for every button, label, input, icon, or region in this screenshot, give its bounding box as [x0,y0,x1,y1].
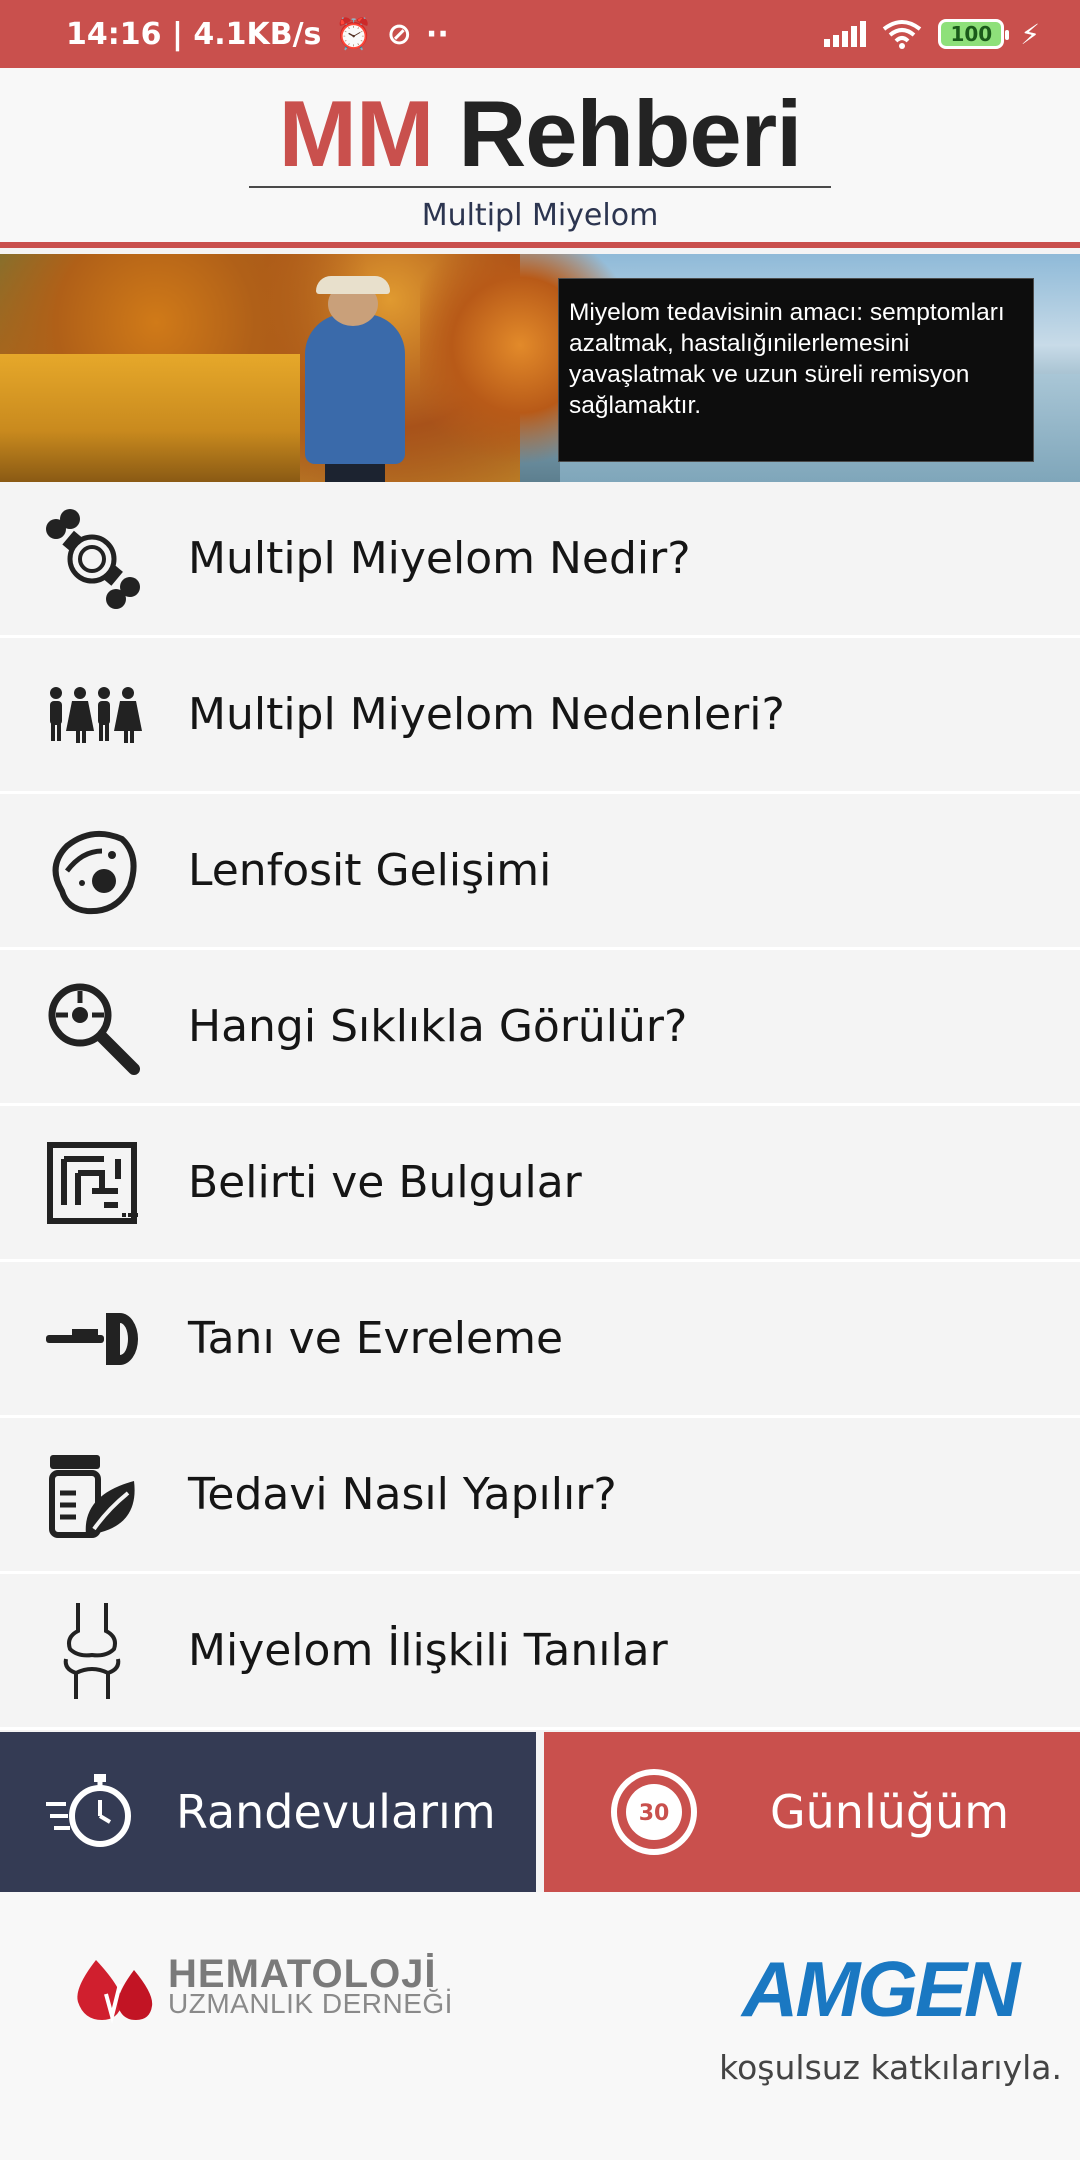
menu-item-treatment[interactable]: Tedavi Nasıl Yapılır? [0,1418,1080,1574]
status-left: 14:16 | 4.1KB/s ⏰ ⊘ ·· [66,17,449,52]
main-menu: Multipl Miyelom Nedir? Multipl Miyelom N… [0,482,1080,1730]
brand-mm: MM [278,81,435,186]
bone-icon [42,508,142,609]
maze-icon [42,1133,142,1233]
menu-item-label: Tedavi Nasıl Yapılır? [188,1469,617,1520]
app-logo: MM Rehberi [278,81,803,186]
magnifier-icon [42,977,142,1077]
hematoloji-line1: HEMATOLOJİ [168,1952,437,1996]
menu-item-causes[interactable]: Multipl Miyelom Nedenleri? [0,638,1080,794]
hematoloji-line2: UZMANLIK DERNEĞİ [168,1988,453,2019]
timer-30-icon: 30 [611,1769,697,1855]
menu-item-diagnosis[interactable]: Tanı ve Evreleme [0,1262,1080,1418]
hematoloji-logo: HEMATOLOJİ UZMANLIK DERNEĞİ [66,1954,453,2024]
menu-item-label: Belirti ve Bulgular [188,1157,582,1208]
menu-item-label: Hangi Sıklıkla Görülür? [188,1001,688,1052]
sponsor-note: koşulsuz katkılarıyla. [719,2048,1062,2087]
stopwatch-icon [46,1774,131,1847]
wifi-icon [883,20,922,49]
menu-item-frequency[interactable]: Hangi Sıklıkla Görülür? [0,950,1080,1106]
dots-icon: ·· [425,16,449,52]
menu-item-lymphocyte[interactable]: Lenfosit Gelişimi [0,794,1080,950]
appointments-label: Randevularım [176,1785,496,1839]
medicine-icon [42,1445,142,1545]
hero-banner: Miyelom tedavisinin amacı: semptomları a… [0,254,1080,482]
timer-number: 30 [639,1801,670,1826]
button-gap [536,1732,544,1892]
alarm-icon: ⏰ [335,16,373,52]
battery-level: 100 [950,22,993,46]
menu-item-label: Multipl Miyelom Nedenleri? [188,689,785,740]
joint-icon [42,1601,142,1701]
signal-icon [824,21,867,47]
menu-item-symptoms[interactable]: Belirti ve Bulgular [0,1106,1080,1262]
hero-grass [0,354,300,482]
charging-icon: ⚡ [1020,17,1040,51]
people-icon [42,665,142,765]
menu-item-label: Lenfosit Gelişimi [188,845,552,896]
cell-icon [42,821,142,921]
menu-item-label: Multipl Miyelom Nedir? [188,533,691,584]
battery-icon: 100 [938,19,1010,49]
brand-divider [249,186,831,188]
scanner-icon [42,1289,142,1389]
appointments-button[interactable]: Randevularım [0,1732,536,1892]
app-header: MM Rehberi Multipl Miyelom [0,68,1080,248]
header-divider [0,242,1080,248]
footer: HEMATOLOJİ UZMANLIK DERNEĞİ AMGEN koşuls… [0,1892,1080,2160]
diary-button[interactable]: 30 Günlüğüm [544,1732,1080,1892]
status-time: 14:16 | 4.1KB/s [66,16,322,52]
status-bar: 14:16 | 4.1KB/s ⏰ ⊘ ·· 100 ⚡ [0,0,1080,68]
menu-item-label: Miyelom İlişkili Tanılar [188,1625,668,1676]
drop-icon [77,1960,153,2024]
hero-person-hat [316,276,390,294]
hematoloji-text: HEMATOLOJİ UZMANLIK DERNEĞİ [168,1952,453,2019]
bottom-buttons: Randevularım 30 Günlüğüm [0,1732,1080,1892]
brand-rehberi: Rehberi [458,81,802,186]
sync-icon: ⊘ [386,16,412,52]
diary-label: Günlüğüm [770,1785,1010,1839]
menu-item-related-diagnoses[interactable]: Miyelom İlişkili Tanılar [0,1574,1080,1730]
menu-item-what-is-mm[interactable]: Multipl Miyelom Nedir? [0,482,1080,638]
hero-person [305,314,405,464]
app-subtitle: Multipl Miyelom [421,198,659,233]
amgen-logo: AMGEN [742,1945,1020,2033]
status-right: 100 ⚡ [824,18,1040,51]
hero-caption: Miyelom tedavisinin amacı: semptomları a… [558,278,1034,462]
menu-item-label: Tanı ve Evreleme [188,1313,564,1364]
